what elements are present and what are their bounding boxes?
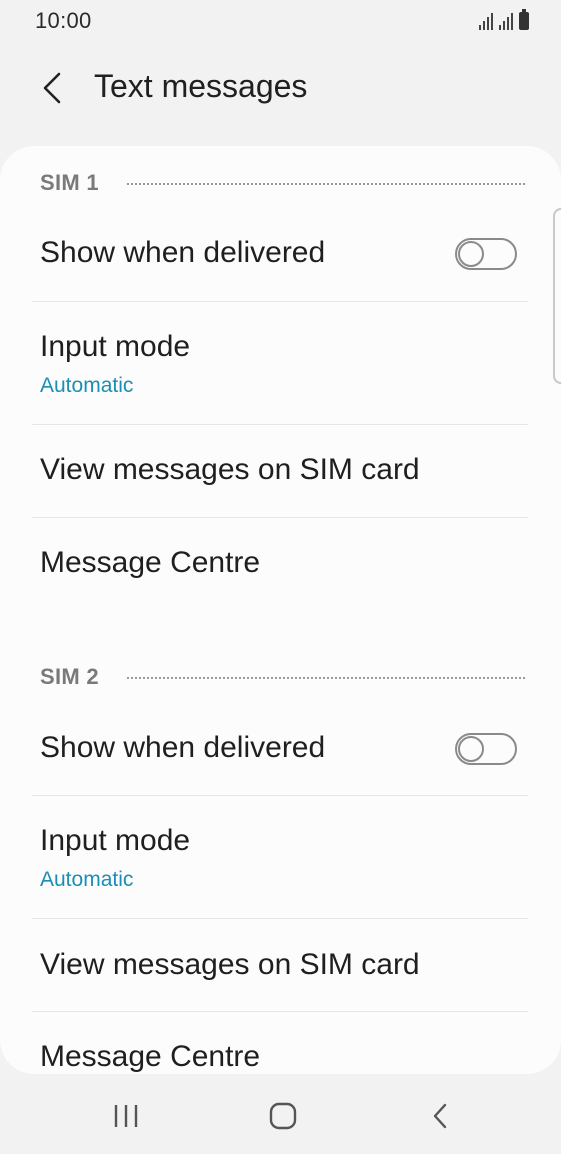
back-button[interactable] bbox=[30, 66, 74, 110]
home-button[interactable] bbox=[258, 1096, 308, 1136]
status-time: 10:00 bbox=[35, 8, 92, 33]
page-title: Text messages bbox=[94, 68, 308, 104]
signal-icon bbox=[499, 12, 513, 30]
signal-icon bbox=[479, 12, 493, 30]
back-nav-button[interactable] bbox=[415, 1096, 465, 1136]
row-title: Show when delivered bbox=[40, 236, 326, 269]
view-messages-sim1[interactable]: View messages on SIM card bbox=[0, 425, 561, 517]
section-header-label: SIM 1 bbox=[40, 170, 99, 195]
section-divider bbox=[126, 183, 525, 185]
nav-bar bbox=[0, 1078, 561, 1154]
show-when-delivered-toggle[interactable] bbox=[455, 238, 517, 270]
status-icons bbox=[479, 9, 529, 30]
row-title: Input mode bbox=[40, 824, 191, 857]
app-bar: Text messages bbox=[0, 50, 561, 126]
recent-apps-button[interactable] bbox=[101, 1096, 151, 1136]
show-when-delivered-toggle[interactable] bbox=[455, 733, 517, 765]
row-title: Message Centre bbox=[40, 1040, 261, 1073]
section-header-sim1: SIM 1 bbox=[40, 168, 525, 198]
row-title: View messages on SIM card bbox=[40, 948, 420, 981]
view-messages-sim2[interactable]: View messages on SIM card bbox=[0, 919, 561, 1011]
section-header-sim2: SIM 2 bbox=[40, 662, 525, 692]
show-when-delivered-sim1[interactable]: Show when delivered bbox=[0, 210, 561, 300]
row-title: Message Centre bbox=[40, 546, 261, 579]
home-icon bbox=[269, 1102, 297, 1130]
input-mode-sim1[interactable]: Input mode Automatic bbox=[0, 302, 561, 424]
scrollbar[interactable] bbox=[553, 208, 561, 384]
message-centre-sim2[interactable]: Message Centre bbox=[0, 1012, 561, 1074]
input-mode-sim2[interactable]: Input mode Automatic bbox=[0, 796, 561, 918]
status-bar: 10:00 bbox=[0, 0, 561, 42]
battery-icon bbox=[519, 9, 529, 30]
back-arrow-icon bbox=[43, 72, 61, 104]
row-title: Show when delivered bbox=[40, 731, 326, 764]
toggle-knob bbox=[458, 241, 484, 267]
back-icon bbox=[433, 1103, 447, 1129]
row-title: Input mode bbox=[40, 330, 191, 363]
row-subtitle: Automatic bbox=[40, 868, 134, 891]
section-divider bbox=[126, 677, 525, 679]
toggle-knob bbox=[458, 736, 484, 762]
message-centre-sim1[interactable]: Message Centre bbox=[0, 518, 561, 614]
row-title: View messages on SIM card bbox=[40, 453, 420, 486]
settings-card: SIM 1 Show when delivered Input mode Aut… bbox=[0, 146, 561, 1074]
show-when-delivered-sim2[interactable]: Show when delivered bbox=[0, 704, 561, 794]
row-subtitle: Automatic bbox=[40, 374, 134, 397]
recent-apps-icon bbox=[114, 1105, 138, 1127]
section-header-label: SIM 2 bbox=[40, 664, 99, 689]
